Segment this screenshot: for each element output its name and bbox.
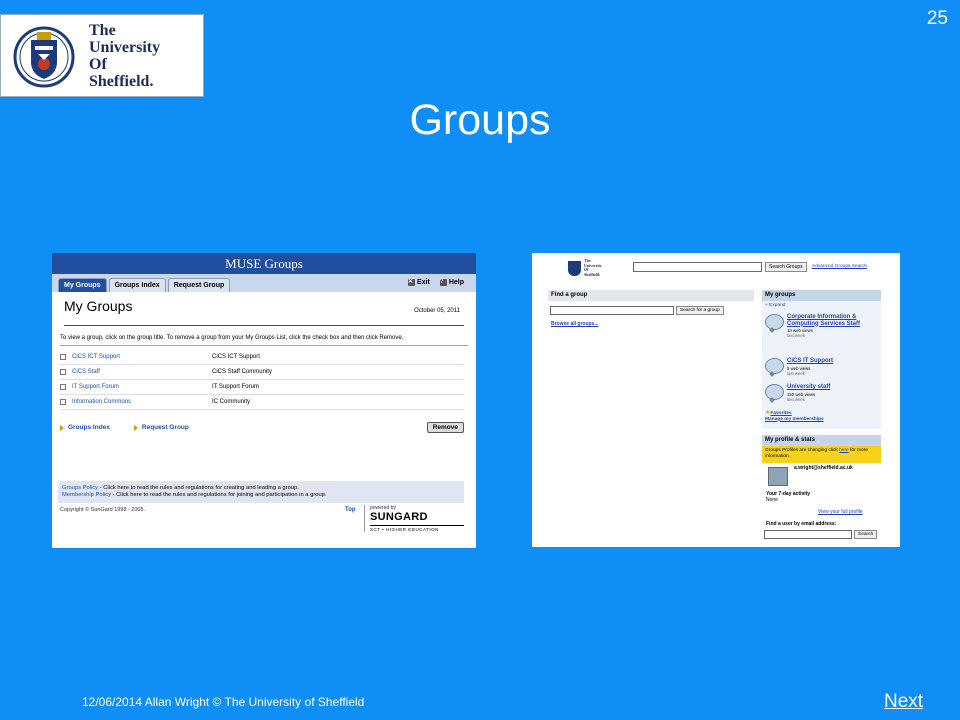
- list-item: Corporate Information & Computing Servic…: [765, 314, 879, 338]
- sct-tagline: SCT • HIGHER EDUCATION: [370, 525, 464, 532]
- manage-memberships-link[interactable]: Manage my memberships: [765, 417, 824, 422]
- group-link[interactable]: CiCS IT Support: [787, 358, 879, 365]
- profile-notice: Groups Profiles are changing click here …: [762, 446, 881, 463]
- help-label: Help: [448, 279, 464, 286]
- crest-icon: [568, 260, 581, 276]
- policy-box: Groups Policy - Click here to read the r…: [58, 481, 464, 503]
- arrow-right-icon: [133, 424, 138, 431]
- logo-line-2: University: [89, 38, 161, 56]
- group-bubble-icon: [765, 314, 784, 330]
- group-link[interactable]: Corporate Information & Computing Servic…: [787, 314, 879, 327]
- university-logo: The University Of Sheffield.: [0, 14, 204, 97]
- group-link[interactable]: University staff: [787, 384, 879, 391]
- page-date: October 05, 2011: [414, 308, 460, 314]
- group-checkbox[interactable]: [60, 384, 66, 390]
- advanced-search-link[interactable]: Advanced Groups Search: [812, 264, 867, 269]
- my-groups-panel: + Expand Corporate Information & Computi…: [762, 301, 881, 429]
- list-item: CiCS IT Support 5 web views last week: [765, 358, 879, 376]
- search-groups-button[interactable]: Search Groups: [765, 262, 807, 272]
- user-email: a.wright@sheffield.ac.uk: [794, 465, 853, 471]
- top-link[interactable]: Top: [345, 507, 356, 513]
- group-description: IT Support Forum: [212, 384, 259, 390]
- avatar: [768, 467, 788, 486]
- sungard-name: SUNGARD: [370, 511, 428, 523]
- tab-my-groups[interactable]: My Groups: [58, 278, 107, 292]
- group-link[interactable]: IT Support Forum: [72, 384, 212, 390]
- group-checkbox[interactable]: [60, 399, 66, 405]
- group-period: last week: [787, 396, 805, 402]
- logo-line-3: Of: [89, 55, 107, 73]
- page-title: My Groups: [64, 298, 133, 314]
- group-bubble-icon: [765, 358, 784, 374]
- sungard-logo: powered by SUNGARD SCT • HIGHER EDUCATIO…: [364, 505, 464, 532]
- slide-footer: 12/06/2014 Allan Wright © The University…: [82, 695, 365, 709]
- list-item: IT Support Forum IT Support Forum: [60, 380, 464, 395]
- crest-icon: [13, 24, 75, 88]
- list-item: Information Commons IC Community: [60, 395, 464, 410]
- group-period: last week: [787, 333, 805, 338]
- group-checkbox[interactable]: [60, 354, 66, 360]
- copyright: Copyright © SunGard 1998 - 2005.: [60, 507, 146, 513]
- help-icon: ?: [439, 279, 447, 286]
- instructions: To view a group, click on the group titl…: [60, 335, 468, 346]
- logo-line-1: The: [89, 21, 116, 39]
- search-for-group-button[interactable]: Search for a group: [676, 306, 724, 315]
- notice-text: Groups Profiles are changing click: [765, 448, 840, 453]
- sheffield-groups-screenshot: The University Of Sheffield. Search Grou…: [532, 253, 900, 547]
- find-group-heading: Find a group: [548, 290, 754, 301]
- mini-logo-line-4: Sheffield.: [584, 271, 601, 277]
- email-field[interactable]: [764, 530, 852, 539]
- activity-value: None: [766, 497, 778, 503]
- membership-policy-text: - Click here to read the rules and regul…: [110, 492, 327, 498]
- exit-button[interactable]: ✕ Exit: [407, 279, 430, 286]
- group-period: last week: [787, 370, 805, 376]
- groups-policy-text: - Click here to read the rules and regul…: [98, 485, 299, 491]
- list-item: University staff 150 web views last week: [765, 384, 879, 402]
- my-groups-heading: My groups: [762, 290, 881, 301]
- group-description: CiCS Staff Community: [212, 369, 272, 375]
- request-group-link[interactable]: Request Group: [142, 424, 189, 431]
- sheffield-mini-logo: The University Of Sheffield.: [568, 258, 602, 277]
- find-user-label: Find a user by email address:: [766, 521, 837, 527]
- search-input[interactable]: [633, 262, 762, 272]
- tab-groups-index[interactable]: Groups Index: [108, 278, 166, 292]
- muse-header: MUSE Groups: [52, 253, 476, 274]
- exit-icon: ✕: [407, 279, 415, 286]
- exit-label: Exit: [416, 279, 430, 286]
- muse-groups-screenshot: MUSE Groups My Groups Groups Index Reque…: [52, 253, 476, 548]
- tab-request-group[interactable]: Request Group: [167, 278, 231, 292]
- group-checkbox[interactable]: [60, 369, 66, 375]
- group-description: IC Community: [212, 399, 251, 405]
- group-bubble-icon: [765, 384, 784, 400]
- help-button[interactable]: ? Help: [439, 279, 464, 286]
- list-item: CiCS ICT Support CiCS ICT Support: [60, 350, 464, 365]
- next-link[interactable]: Next: [884, 691, 923, 713]
- favorites-link[interactable]: Favorites: [770, 411, 791, 416]
- group-link[interactable]: CiCS Staff: [72, 369, 212, 375]
- group-link[interactable]: CiCS ICT Support: [72, 354, 212, 360]
- muse-tab-bar: My Groups Groups Index Request Group ✕ Ex…: [52, 274, 476, 292]
- full-profile-link[interactable]: View your full profile: [818, 509, 863, 515]
- slide-title: Groups: [409, 96, 551, 144]
- group-description: CiCS ICT Support: [212, 354, 260, 360]
- find-group-input[interactable]: [550, 306, 674, 315]
- groups-list: CiCS ICT Support CiCS ICT Support CiCS S…: [60, 350, 464, 410]
- profile-heading: My profile & stats: [762, 435, 881, 446]
- arrow-right-icon: [60, 424, 64, 431]
- slide-number: 25: [926, 8, 948, 29]
- group-link[interactable]: Information Commons: [72, 399, 212, 405]
- membership-policy-link[interactable]: Membership Policy: [62, 492, 111, 498]
- email-search-button[interactable]: Search: [854, 530, 878, 539]
- expand-link[interactable]: + Expand: [765, 303, 785, 308]
- logo-line-4: Sheffield.: [89, 72, 154, 90]
- groups-policy-link[interactable]: Groups Policy: [62, 485, 98, 491]
- notice-here-link[interactable]: here: [839, 448, 849, 453]
- list-item: CiCS Staff CiCS Staff Community: [60, 365, 464, 380]
- remove-button[interactable]: Remove: [426, 422, 464, 433]
- groups-index-link[interactable]: Groups Index: [68, 424, 110, 431]
- browse-groups-link[interactable]: Browse all groups...: [551, 321, 599, 327]
